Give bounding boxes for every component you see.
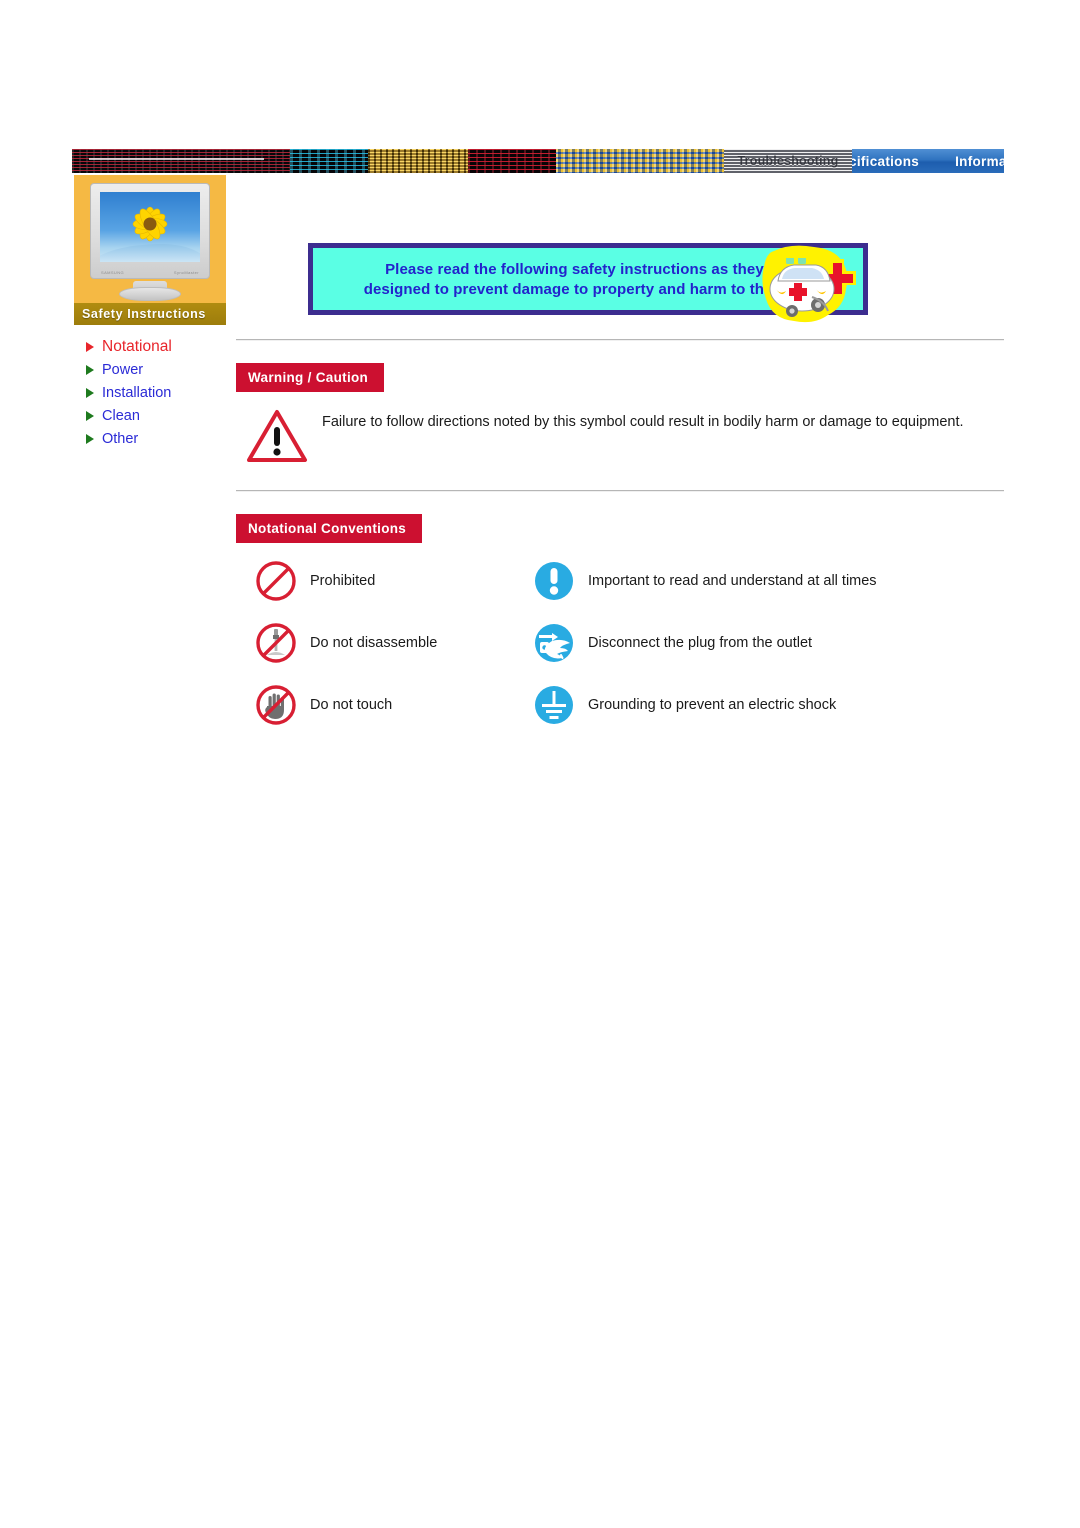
- grounding-icon: [535, 686, 573, 724]
- arrow-right-icon: [86, 364, 94, 375]
- safety-instructions-label: Safety Instructions: [82, 307, 206, 321]
- monitor-body: SAMSUNG SyncMaster: [90, 183, 210, 279]
- sidebar-item-installation[interactable]: Installation: [74, 381, 226, 404]
- monitor-stand: [119, 287, 181, 301]
- top-navigation-bar[interactable]: Troubleshooting Specifications Informati…: [72, 149, 1004, 173]
- nav-tab-installing-driver[interactable]: [556, 149, 724, 173]
- ambulance-icon: [762, 245, 856, 323]
- sidebar: SAMSUNG SyncMaster Safety Instructions N…: [74, 175, 226, 450]
- convention-label: Prohibited: [310, 573, 376, 589]
- sidebar-item-notational[interactable]: Notational: [74, 335, 226, 358]
- convention-label: Do not disassemble: [310, 635, 438, 651]
- do-not-touch-icon: [256, 685, 296, 725]
- arrow-right-icon: [86, 341, 94, 352]
- convention-label: Do not touch: [310, 697, 393, 713]
- divider-bottom: [236, 490, 1004, 492]
- intro-banner-area: Please read the following safety instruc…: [236, 243, 868, 323]
- safety-instructions-banner: Safety Instructions: [74, 303, 226, 325]
- convention-prohibited: Prohibited: [254, 559, 532, 603]
- notational-conventions-heading: Notational Conventions: [236, 514, 423, 543]
- intro-banner-line-2: designed to prevent damage to property a…: [363, 280, 813, 298]
- disconnect-plug-icon: [535, 624, 573, 662]
- nav-tab-main-page[interactable]: [72, 149, 290, 173]
- nav-tab-on-screen-display[interactable]: [368, 149, 468, 173]
- main-content: Please read the following safety instruc…: [236, 175, 1004, 727]
- sidebar-item-label: Installation: [102, 384, 172, 401]
- arrow-right-icon: [86, 410, 94, 421]
- nav-right-group: Specifications Information: [852, 149, 1004, 173]
- sidebar-nav: Notational Power Installation Clean Othe…: [74, 335, 226, 450]
- prohibited-icon: [256, 561, 296, 601]
- convention-grounding: Grounding to prevent an electric shock: [532, 683, 1004, 727]
- monitor-brand-left: SAMSUNG: [101, 270, 125, 275]
- sidebar-item-other[interactable]: Other: [74, 427, 226, 450]
- convention-do-not-disassemble: Do not disassemble: [254, 621, 532, 665]
- convention-label: Important to read and understand at all …: [588, 573, 877, 589]
- divider-top: [236, 339, 1004, 341]
- arrow-right-icon: [86, 387, 94, 398]
- convention-important: Important to read and understand at all …: [532, 559, 1004, 603]
- sidebar-item-label: Notational: [102, 337, 172, 355]
- important-exclamation-icon: [535, 562, 573, 600]
- convention-disconnect-plug: Disconnect the plug from the outlet: [532, 621, 1004, 665]
- convention-label: Grounding to prevent an electric shock: [588, 697, 837, 713]
- warning-caution-text: Failure to follow directions noted by th…: [322, 414, 964, 430]
- warning-caution-heading: Warning / Caution: [236, 363, 385, 392]
- nav-link-specifications[interactable]: Specifications: [852, 154, 937, 169]
- monitor-brand-right: SyncMaster: [173, 270, 199, 275]
- sidebar-item-label: Other: [102, 430, 139, 447]
- sidebar-item-power[interactable]: Power: [74, 358, 226, 381]
- monitor-screen: [100, 192, 200, 262]
- nav-tab-troubleshooting[interactable]: Troubleshooting: [724, 149, 852, 173]
- warning-row: Failure to follow directions noted by th…: [236, 408, 1004, 464]
- arrow-right-icon: [86, 433, 94, 444]
- nav-link-information[interactable]: Information: [937, 154, 1004, 169]
- nav-tab-troubleshooting-label: Troubleshooting: [737, 154, 839, 168]
- sidebar-item-clean[interactable]: Clean: [74, 404, 226, 427]
- nav-tab-safety-instructions[interactable]: [290, 149, 368, 173]
- monitor-illustration: SAMSUNG SyncMaster: [74, 175, 226, 303]
- do-not-disassemble-icon: [256, 623, 296, 663]
- convention-label: Disconnect the plug from the outlet: [588, 635, 813, 651]
- sunflower-icon: [132, 206, 168, 242]
- intro-banner-line-1: Please read the following safety instruc…: [385, 260, 791, 278]
- sidebar-item-label: Power: [102, 361, 144, 378]
- warning-triangle-icon: [247, 410, 307, 462]
- convention-do-not-touch: Do not touch: [254, 683, 532, 727]
- sidebar-item-label: Clean: [102, 407, 140, 424]
- notational-conventions-grid: Prohibited Important to read and underst…: [236, 559, 1004, 727]
- nav-tab-adjusting-monitor[interactable]: [468, 149, 556, 173]
